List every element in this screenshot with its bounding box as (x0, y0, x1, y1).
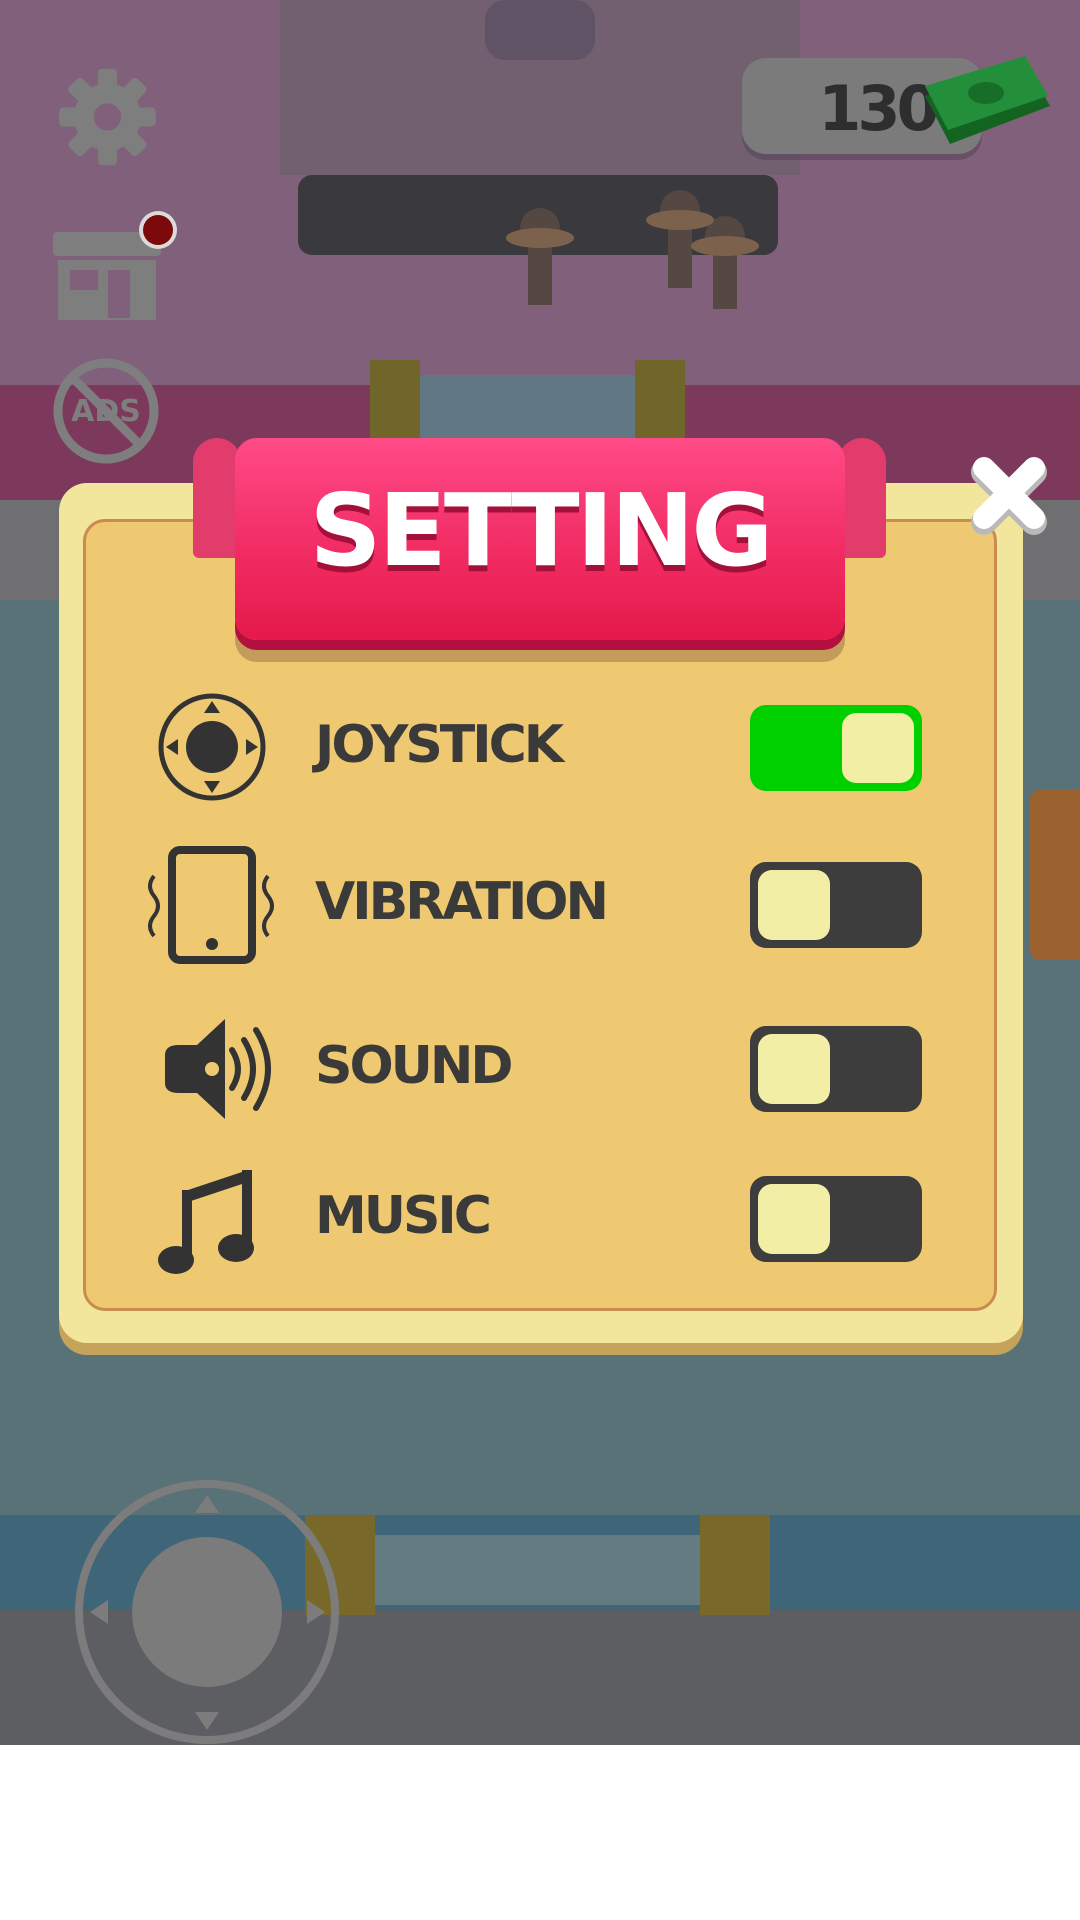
ribbon-ear-right (838, 438, 886, 558)
settings-title-ribbon: SETTING (235, 438, 845, 640)
toggle-music[interactable] (750, 1176, 922, 1262)
toggle-knob (842, 713, 914, 783)
toggle-vibration[interactable] (750, 862, 922, 948)
setting-label-vibration: VIBRATION (315, 872, 609, 932)
setting-row-joystick: JOYSTICK (140, 689, 940, 809)
toggle-knob (758, 1184, 830, 1254)
ribbon-ear-left (193, 438, 241, 558)
toggle-knob (758, 870, 830, 940)
setting-row-music: MUSIC (140, 1160, 940, 1280)
toggle-sound[interactable] (750, 1026, 922, 1112)
setting-label-music: MUSIC (315, 1186, 492, 1246)
toggle-knob (758, 1034, 830, 1104)
phone-vibration-icon (148, 846, 274, 964)
toggle-joystick[interactable] (750, 705, 922, 791)
speaker-icon (165, 1019, 271, 1119)
bottom-blank-area (0, 1745, 1080, 1920)
setting-row-vibration: VIBRATION (140, 846, 940, 966)
setting-label-joystick: JOYSTICK (315, 715, 564, 775)
music-note-icon (158, 1170, 254, 1274)
close-icon[interactable] (966, 452, 1052, 538)
joystick-icon (158, 693, 266, 801)
settings-title: SETTING (309, 472, 773, 589)
setting-label-sound: SOUND (315, 1036, 514, 1096)
setting-row-sound: SOUND (140, 1010, 940, 1130)
